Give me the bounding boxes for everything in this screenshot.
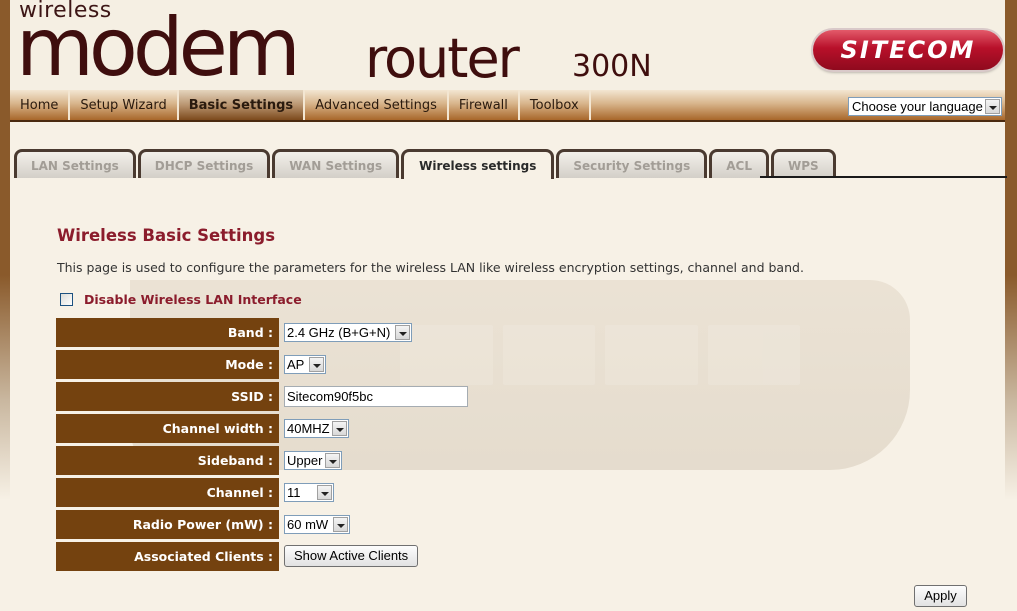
sideband-label: Sideband :	[56, 445, 279, 475]
logo-model-text: 300N	[572, 49, 652, 84]
disable-wlan-checkbox[interactable]	[60, 293, 73, 306]
ssid-label: SSID :	[56, 381, 279, 411]
tab-lan-settings[interactable]: LAN Settings	[14, 149, 136, 178]
port-shape	[707, 325, 800, 385]
language-select-value: Choose your language	[852, 99, 983, 114]
header: wireless modem router 300N SITECOM	[10, 0, 1005, 90]
port-shape	[605, 325, 698, 385]
tab-security-settings[interactable]: Security Settings	[556, 149, 708, 178]
chevron-down-icon[interactable]	[333, 516, 348, 532]
tab-dhcp-settings[interactable]: DHCP Settings	[137, 149, 271, 178]
radio-power-select[interactable]: 60 mW	[284, 514, 350, 534]
channel-width-select-value: 40MHZ	[287, 420, 330, 436]
tab-wps[interactable]: WPS	[770, 149, 836, 178]
nav-firewall[interactable]: Firewall	[449, 90, 520, 120]
nav-basic-settings[interactable]: Basic Settings	[178, 90, 306, 120]
wireless-settings-form: Band : 2.4 GHz (B+G+N) Mode : AP SSID : …	[56, 316, 468, 572]
chevron-down-icon[interactable]	[985, 99, 1000, 114]
main-nav: Home Setup Wizard Basic Settings Advance…	[10, 90, 1005, 122]
channel-label: Channel :	[56, 477, 279, 507]
form-row-band: Band : 2.4 GHz (B+G+N)	[56, 316, 468, 348]
sideband-select-value: Upper	[287, 452, 323, 468]
frame-left-border	[0, 0, 10, 500]
band-select[interactable]: 2.4 GHz (B+G+N)	[284, 322, 412, 342]
tabs-divider	[760, 176, 1007, 178]
form-row-radio-power: Radio Power (mW) : 60 mW	[56, 508, 468, 540]
associated-clients-label: Associated Clients :	[56, 541, 279, 571]
form-row-mode: Mode : AP	[56, 348, 468, 380]
radio-power-label: Radio Power (mW) :	[56, 509, 279, 539]
chevron-down-icon[interactable]	[395, 324, 410, 340]
form-row-channel-width: Channel width : 40MHZ	[56, 412, 468, 444]
form-row-ssid: SSID : Sitecom90f5bc	[56, 380, 468, 412]
sideband-select[interactable]: Upper	[284, 450, 342, 470]
sitecom-logo: SITECOM	[813, 30, 1003, 70]
band-label: Band :	[56, 317, 279, 347]
chevron-down-icon[interactable]	[317, 484, 332, 500]
channel-select-value: 11	[287, 484, 301, 500]
mode-select[interactable]: AP	[284, 354, 326, 374]
channel-width-label: Channel width :	[56, 413, 279, 443]
form-row-associated-clients: Associated Clients : Show Active Clients	[56, 540, 468, 572]
radio-power-select-value: 60 mW	[287, 516, 329, 532]
chevron-down-icon[interactable]	[309, 356, 324, 372]
frame-right-border	[1005, 0, 1017, 500]
chevron-down-icon[interactable]	[325, 452, 340, 468]
settings-tabs: LAN Settings DHCP Settings WAN Settings …	[14, 149, 838, 179]
nav-setup-wizard[interactable]: Setup Wizard	[70, 90, 179, 120]
nav-advanced-settings[interactable]: Advanced Settings	[305, 90, 449, 120]
page-title: Wireless Basic Settings	[57, 226, 276, 245]
port-shape	[502, 325, 595, 385]
channel-width-select[interactable]: 40MHZ	[284, 418, 349, 438]
language-select[interactable]: Choose your language	[848, 97, 1002, 116]
disable-wlan-row: Disable Wireless LAN Interface	[60, 292, 302, 307]
form-row-channel: Channel : 11	[56, 476, 468, 508]
mode-label: Mode :	[56, 349, 279, 379]
nav-home[interactable]: Home	[10, 90, 71, 120]
tab-wan-settings[interactable]: WAN Settings	[272, 149, 400, 178]
channel-select[interactable]: 11	[284, 482, 334, 502]
show-active-clients-button[interactable]: Show Active Clients	[284, 545, 419, 567]
disable-wlan-label[interactable]: Disable Wireless LAN Interface	[84, 292, 302, 307]
band-select-value: 2.4 GHz (B+G+N)	[287, 324, 391, 340]
logo-modem-text: modem	[16, 1, 301, 94]
apply-button[interactable]: Apply	[914, 585, 967, 607]
mode-select-value: AP	[287, 356, 305, 372]
form-row-sideband: Sideband : Upper	[56, 444, 468, 476]
chevron-down-icon[interactable]	[332, 420, 347, 436]
ssid-input[interactable]: Sitecom90f5bc	[284, 385, 468, 407]
tab-acl[interactable]: ACL	[709, 149, 769, 178]
tab-wireless-settings[interactable]: Wireless settings	[401, 149, 555, 179]
page-description: This page is used to configure the param…	[57, 260, 804, 275]
nav-toolbox[interactable]: Toolbox	[520, 90, 591, 120]
logo-router-text: router	[365, 27, 520, 90]
